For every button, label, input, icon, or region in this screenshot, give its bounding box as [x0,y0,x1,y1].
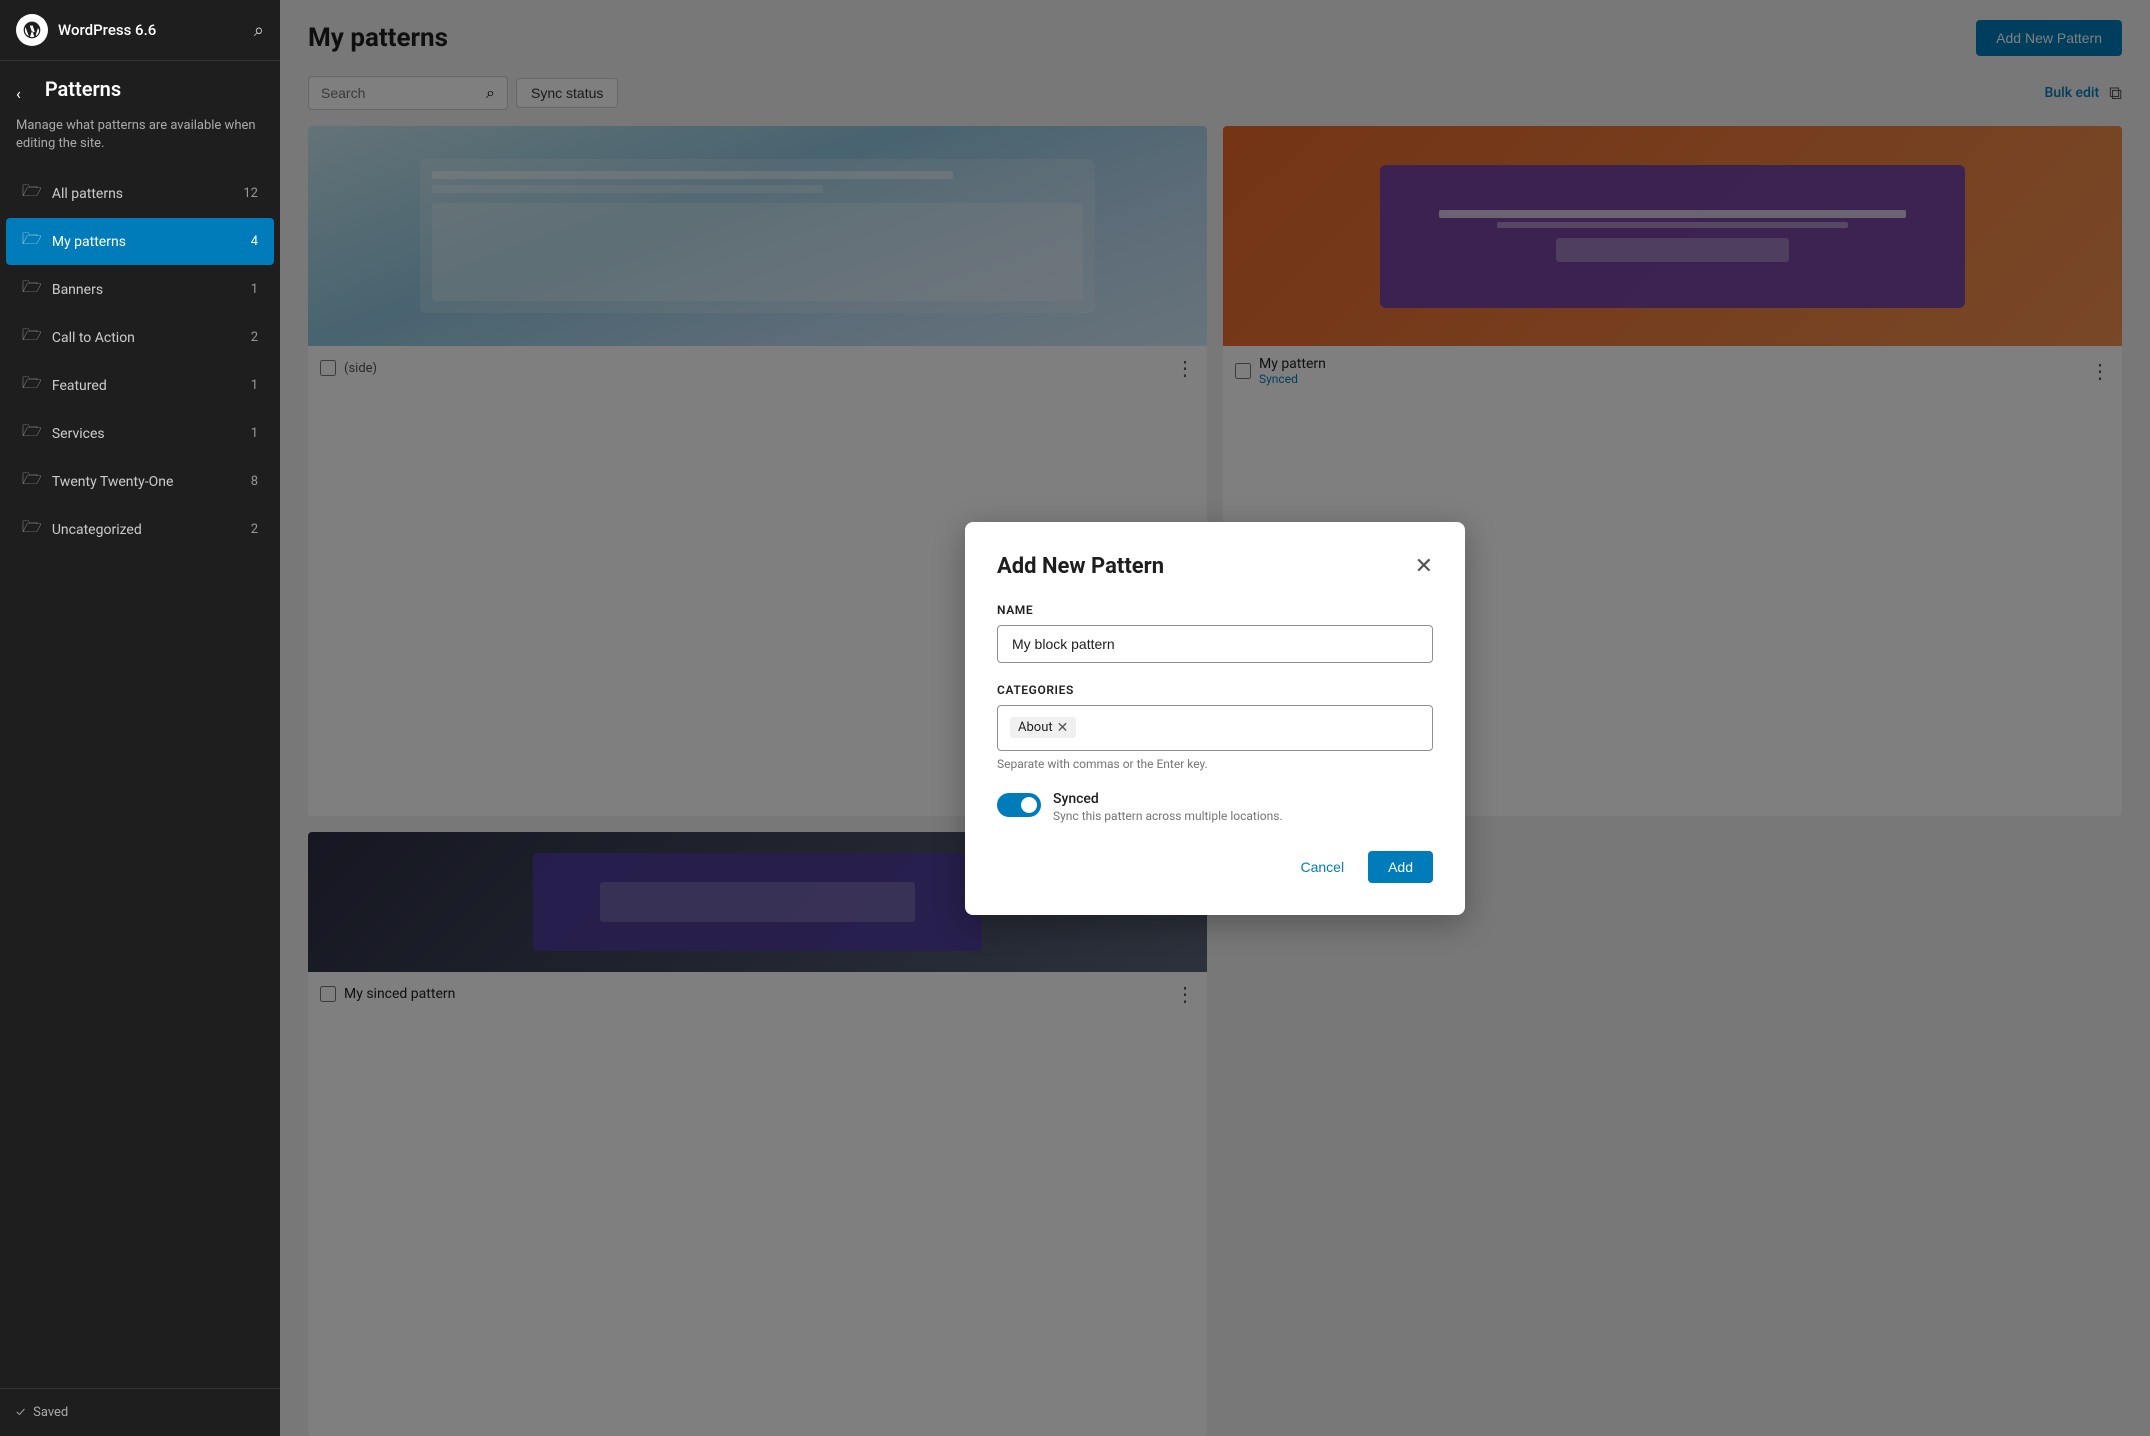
app-title: WordPress 6.6 [58,21,244,39]
modal-close-button[interactable]: ✕ [1415,555,1433,577]
nav-label: Banners [52,282,103,298]
toggle-track[interactable] [997,793,1041,817]
sidebar-header: WordPress 6.6 ⌕ [0,0,280,61]
sidebar-item-featured[interactable]: 🗁 Featured 1 [6,362,274,409]
sidebar-footer: ✓ Saved [0,1388,280,1436]
name-form-group: NAME [997,603,1433,663]
modal-actions: Cancel Add [997,851,1433,883]
nav-count: 2 [251,522,258,537]
nav-label: Services [52,426,105,442]
modal-header: Add New Pattern ✕ [997,554,1433,579]
synced-toggle-row: Synced Sync this pattern across multiple… [997,791,1433,823]
modal-title: Add New Pattern [997,554,1164,579]
add-button[interactable]: Add [1368,851,1433,883]
nav-count: 2 [251,330,258,345]
category-tag-about: About ✕ [1010,717,1076,738]
saved-label: Saved [33,1405,68,1420]
nav-count: 8 [251,474,258,489]
sidebar: WordPress 6.6 ⌕ ‹ Patterns Manage what p… [0,0,280,1436]
folder-icon: 🗁 [22,420,42,447]
folder-icon: 🗁 [22,372,42,399]
modal-overlay: Add New Pattern ✕ NAME CATEGORIES About … [280,0,2150,1436]
categories-label: CATEGORIES [997,683,1433,697]
toggle-thumb [1021,797,1037,813]
nav-label: Uncategorized [52,522,142,538]
folder-icon: 🗁 [22,276,42,303]
synced-toggle-label: Synced [1053,791,1283,807]
add-new-pattern-modal: Add New Pattern ✕ NAME CATEGORIES About … [965,522,1465,915]
nav-count: 1 [251,426,258,441]
name-label: NAME [997,603,1433,617]
sidebar-description: Manage what patterns are available when … [0,117,280,169]
sidebar-item-all-patterns[interactable]: 🗁 All patterns 12 [6,170,274,217]
synced-toggle-desc: Sync this pattern across multiple locati… [1053,809,1283,823]
sidebar-item-banners[interactable]: 🗁 Banners 1 [6,266,274,313]
nav-label: Twenty Twenty-One [52,474,174,490]
sidebar-item-twenty-twenty-one[interactable]: 🗁 Twenty Twenty-One 8 [6,458,274,505]
wp-logo [16,14,48,46]
categories-form-group: CATEGORIES About ✕ Separate with commas … [997,683,1433,771]
nav-count: 12 [243,186,258,201]
folder-icon: 🗁 [22,468,42,495]
categories-hint: Separate with commas or the Enter key. [997,757,1433,771]
toggle-label-group: Synced Sync this pattern across multiple… [1053,791,1283,823]
main-content: My patterns Add New Pattern ⌕ Sync statu… [280,0,2150,1436]
sidebar-item-uncategorized[interactable]: 🗁 Uncategorized 2 [6,506,274,553]
folder-icon: 🗁 [22,516,42,543]
sidebar-nav: 🗁 All patterns 12 🗁 My patterns 4 🗁 Bann… [0,169,280,1388]
nav-count: 4 [251,234,258,249]
nav-label: Call to Action [52,330,135,346]
nav-label: All patterns [52,186,123,202]
synced-toggle[interactable] [997,793,1041,817]
nav-count: 1 [251,378,258,393]
tag-remove-icon[interactable]: ✕ [1057,721,1069,735]
cancel-button[interactable]: Cancel [1288,851,1356,883]
tag-label: About [1018,720,1053,735]
folder-icon: 🗁 [22,228,42,255]
nav-count: 1 [251,282,258,297]
sidebar-item-my-patterns[interactable]: 🗁 My patterns 4 [6,218,274,265]
name-input[interactable] [997,625,1433,663]
saved-check-icon: ✓ [16,1405,25,1420]
back-arrow-icon[interactable]: ‹ [16,84,21,103]
categories-field[interactable]: About ✕ [997,705,1433,751]
sidebar-back-nav[interactable]: ‹ Patterns [0,61,280,117]
search-icon[interactable]: ⌕ [254,20,264,41]
nav-label: My patterns [52,234,126,250]
sidebar-item-call-to-action[interactable]: 🗁 Call to Action 2 [6,314,274,361]
nav-label: Featured [52,378,107,394]
sidebar-item-services[interactable]: 🗁 Services 1 [6,410,274,457]
section-title: Patterns [29,77,137,109]
folder-icon: 🗁 [22,324,42,351]
folder-icon: 🗁 [22,180,42,207]
